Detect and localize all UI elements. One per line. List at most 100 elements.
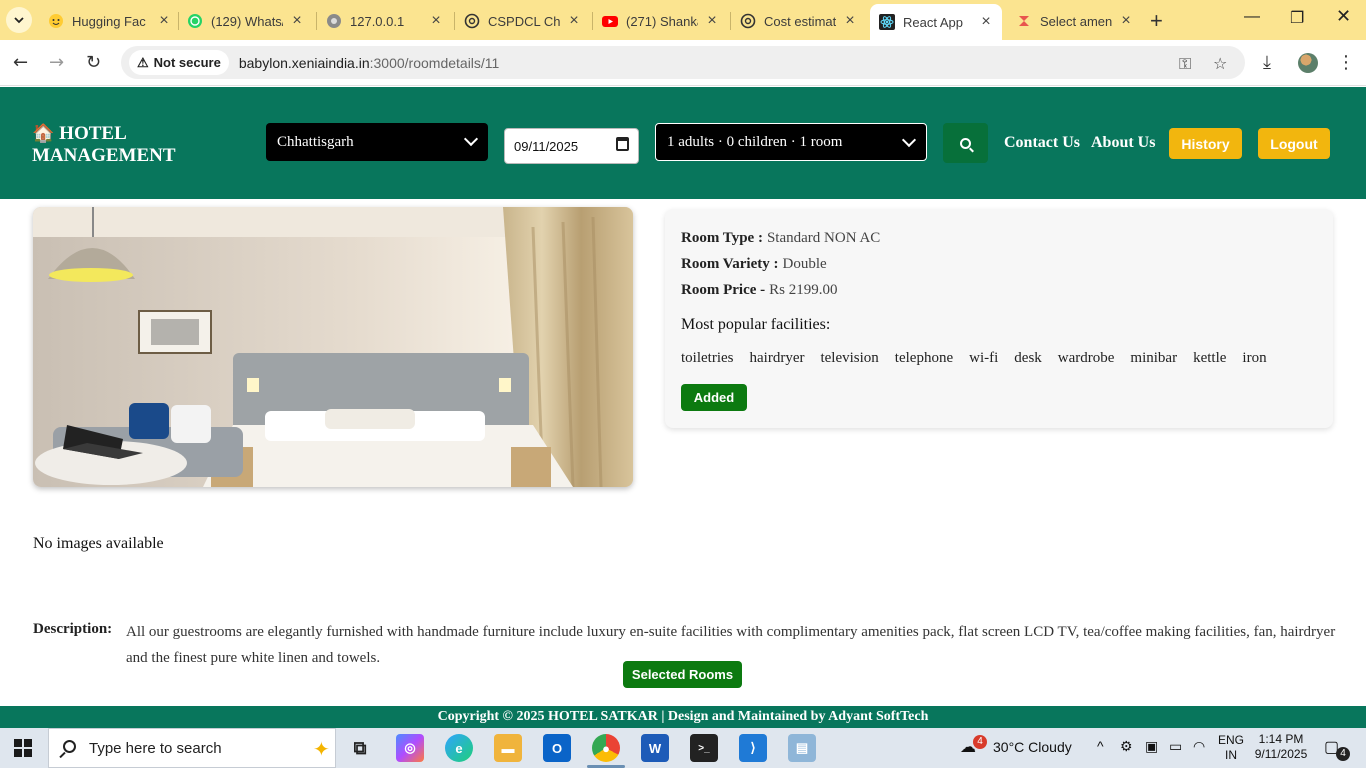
weather-badge: 4 (973, 735, 987, 749)
close-icon[interactable]: × (289, 12, 305, 30)
close-icon[interactable]: × (978, 13, 994, 31)
terminal-icon[interactable]: >_ (690, 734, 718, 762)
chevron-down-icon (14, 17, 24, 24)
reload-icon[interactable]: ↻ (86, 52, 101, 73)
guests-select-value: 1 adults · 0 children · 1 room (667, 133, 843, 150)
windows-taskbar: Type here to search ✦ ⧉ ◎ e ▬ O ● W >_ ⟩… (0, 728, 1366, 768)
tab-title: Hugging Fac (72, 13, 146, 29)
selected-rooms-button[interactable]: Selected Rooms (623, 661, 742, 688)
added-button[interactable]: Added (681, 384, 747, 411)
download-icon[interactable]: ⤓ (1263, 52, 1271, 73)
facility-item: kettle (1193, 350, 1227, 366)
browser-tab-whatsapp[interactable]: (129) Whats/ × (187, 6, 305, 36)
outlook-icon[interactable]: O (543, 734, 571, 762)
bookmark-star-icon[interactable]: ☆ (1213, 54, 1227, 73)
close-icon[interactable]: × (842, 12, 858, 30)
search-icon (63, 740, 76, 753)
language-indicator[interactable]: ENG IN (1214, 733, 1248, 763)
close-icon[interactable]: × (566, 12, 582, 30)
taskbar-search-box[interactable]: Type here to search ✦ (48, 728, 336, 768)
windows-start-icon[interactable] (14, 739, 32, 757)
browser-tab-hugging-face[interactable]: Hugging Fac × (48, 6, 172, 36)
address-bar[interactable]: ⚠ Not secure babylon.xeniaindia.in:3000/… (121, 46, 1245, 79)
restore-icon[interactable]: ❐ (1290, 8, 1304, 28)
chrome-icon[interactable]: ● (592, 734, 620, 762)
tab-title: CSPDCL Cha (488, 13, 560, 29)
search-icon (960, 137, 971, 149)
file-explorer-icon[interactable]: ▬ (494, 734, 522, 762)
state-select[interactable]: Chhattisgarh (266, 123, 488, 161)
house-icon: 🏠 (32, 123, 55, 143)
new-tab-icon[interactable]: + (1150, 8, 1163, 34)
tab-separator (454, 12, 455, 30)
edge-icon[interactable]: e (445, 734, 473, 762)
copilot-icon[interactable]: ◎ (396, 734, 424, 762)
tab-title: 127.0.0.1 (350, 13, 405, 29)
close-window-icon[interactable]: ✕ (1336, 6, 1351, 27)
back-arrow-icon[interactable]: ← (13, 52, 28, 73)
state-select-value: Chhattisgarh (277, 133, 354, 150)
wifi-icon[interactable]: ◠ (1193, 738, 1205, 755)
chatgpt-icon (740, 13, 756, 29)
tray-app-icon[interactable]: ▣ (1145, 738, 1158, 755)
network-warning-icon[interactable]: ⚙ (1120, 738, 1133, 755)
close-icon[interactable]: × (428, 12, 444, 30)
facilities-list: toiletries hairdryer television telephon… (681, 350, 1267, 367)
facility-item: telephone (894, 350, 954, 366)
profile-avatar[interactable] (1298, 53, 1318, 73)
close-icon[interactable]: × (1118, 12, 1134, 30)
browser-tab-cspdcl[interactable]: CSPDCL Cha × (464, 6, 582, 36)
battery-icon[interactable]: ▭ (1169, 738, 1182, 755)
nav-contact-us[interactable]: Contact Us (1004, 134, 1080, 152)
password-key-icon[interactable]: ⚿ (1179, 54, 1191, 74)
tab-search-button[interactable] (6, 7, 32, 33)
browser-toolbar: ← → ↻ ⚠ Not secure babylon.xeniaindia.in… (0, 40, 1366, 86)
brand-logo[interactable]: 🏠 HOTEL MANAGEMENT (32, 122, 176, 167)
language-line-1: ENG (1217, 733, 1244, 747)
close-icon[interactable]: × (704, 12, 720, 30)
word-icon[interactable]: W (641, 734, 669, 762)
language-line-2: IN (1225, 748, 1237, 762)
browser-tab-youtube[interactable]: (271) Shanka × (602, 6, 720, 36)
room-type-row: Room Type : Standard NON AC (681, 230, 880, 247)
room-variety-label: Room Variety : (681, 256, 779, 272)
task-view-icon[interactable]: ⧉ (346, 734, 374, 762)
nav-about-us[interactable]: About Us (1091, 134, 1155, 152)
chevron-up-icon[interactable]: ^ (1097, 738, 1104, 754)
history-button[interactable]: History (1169, 128, 1242, 159)
url-text[interactable]: babylon.xeniaindia.in:3000/roomdetails/1… (239, 55, 499, 71)
page-footer: Copyright © 2025 HOTEL SATKAR | Design a… (0, 706, 1366, 728)
room-type-label: Room Type : (681, 230, 763, 246)
not-secure-label: Not secure (153, 55, 221, 70)
notepad-icon[interactable]: ▤ (788, 734, 816, 762)
site-security-chip[interactable]: ⚠ Not secure (129, 50, 229, 75)
forward-arrow-icon[interactable]: → (49, 52, 64, 73)
brand-line-2: MANAGEMENT (32, 145, 176, 166)
facility-item: desk (1014, 350, 1042, 366)
search-button[interactable] (943, 123, 988, 163)
browser-tab-react-app[interactable]: React App × (870, 4, 1002, 40)
url-path: :3000/roomdetails/11 (369, 54, 500, 71)
vscode-icon[interactable]: ⟩ (739, 734, 767, 762)
browser-tab-localhost[interactable]: 127.0.0.1 × (326, 6, 444, 36)
room-price-value: Rs 2199.00 (769, 282, 838, 298)
tab-separator (592, 12, 593, 30)
minimize-icon[interactable]: — (1244, 8, 1260, 26)
clock[interactable]: 1:14 PM 9/11/2025 (1252, 732, 1310, 762)
no-images-message: No images available (33, 535, 164, 552)
date-input[interactable]: 09/11/2025 (504, 128, 639, 164)
description-label: Description: (33, 621, 113, 637)
weather-text[interactable]: 30°C Cloudy (993, 739, 1072, 755)
more-menu-icon[interactable]: ⋮ (1337, 52, 1355, 73)
browser-tab-cost-estimate[interactable]: Cost estimat × (740, 6, 858, 36)
chevron-down-icon (901, 132, 917, 148)
facility-item: wardrobe (1057, 350, 1115, 366)
browser-tabstrip: Hugging Fac × (129) Whats/ × 127.0.0.1 ×… (0, 0, 1366, 40)
tab-separator (178, 12, 179, 30)
logout-button[interactable]: Logout (1258, 128, 1330, 159)
browser-tab-select-amenities[interactable]: Select ameni × (1016, 6, 1134, 36)
guests-select[interactable]: 1 adults · 0 children · 1 room (655, 123, 927, 161)
tab-separator (730, 12, 731, 30)
calendar-icon[interactable] (616, 137, 629, 151)
close-icon[interactable]: × (156, 12, 172, 30)
